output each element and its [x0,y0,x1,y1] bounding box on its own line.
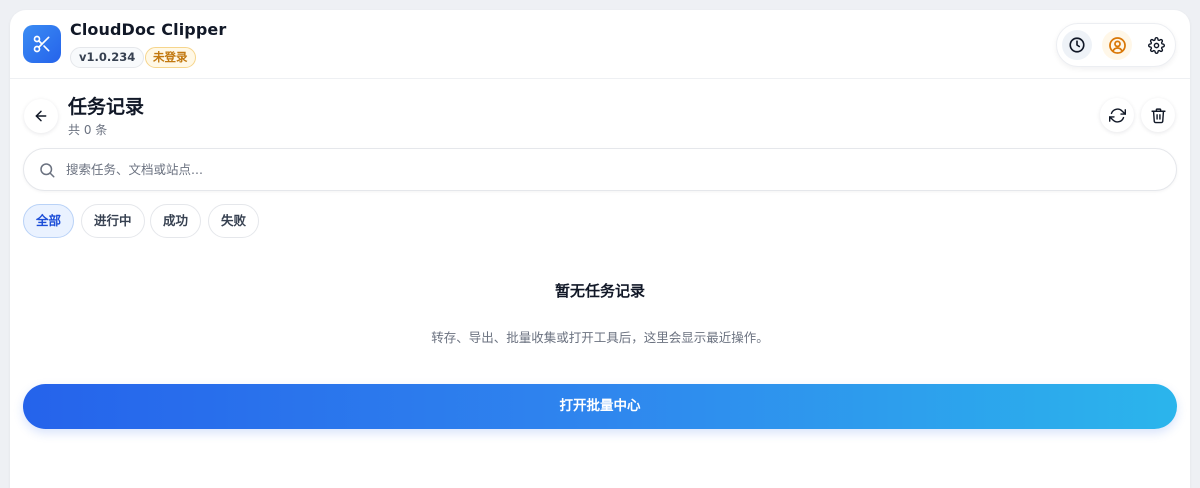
trash-icon [1150,107,1166,123]
history-button[interactable] [1062,30,1092,60]
back-button[interactable] [24,99,58,133]
empty-state-title: 暂无任务记录 [554,282,645,300]
scissors-icon [23,25,61,63]
filter-chip-all[interactable]: 全部 [23,204,75,238]
filter-chip-failed[interactable]: 失败 [208,204,260,238]
app-title: CloudDoc Clipper [70,20,227,39]
clock-icon [1069,37,1085,53]
app-panel: CloudDoc Clipper v1.0.234 未登录 任务记录 共 0 条… [10,10,1190,488]
settings-button[interactable] [1141,30,1171,60]
refresh-button[interactable] [1100,98,1134,132]
filter-chip-success[interactable]: 成功 [150,204,202,238]
refresh-icon [1108,107,1126,123]
search-input[interactable] [66,149,1166,190]
account-button[interactable] [1102,30,1132,60]
open-batch-center-button[interactable]: 打开批量中心 [23,384,1177,429]
clear-records-button[interactable] [1141,98,1175,132]
app-header: CloudDoc Clipper v1.0.234 未登录 [10,10,1190,79]
page-title: 任务记录 [68,96,145,118]
record-count: 共 0 条 [68,123,108,137]
search-box [23,148,1177,191]
filter-chip-in-progress[interactable]: 进行中 [81,204,145,238]
login-status-badge[interactable]: 未登录 [145,47,196,68]
gear-icon [1147,36,1165,54]
search-icon [40,163,55,178]
arrow-left-icon [35,110,47,122]
header-actions [1056,23,1176,67]
user-circle-icon [1108,36,1126,54]
version-badge: v1.0.234 [70,47,145,68]
empty-state-description: 转存、导出、批量收集或打开工具后，这里会显示最近操作。 [431,330,769,345]
